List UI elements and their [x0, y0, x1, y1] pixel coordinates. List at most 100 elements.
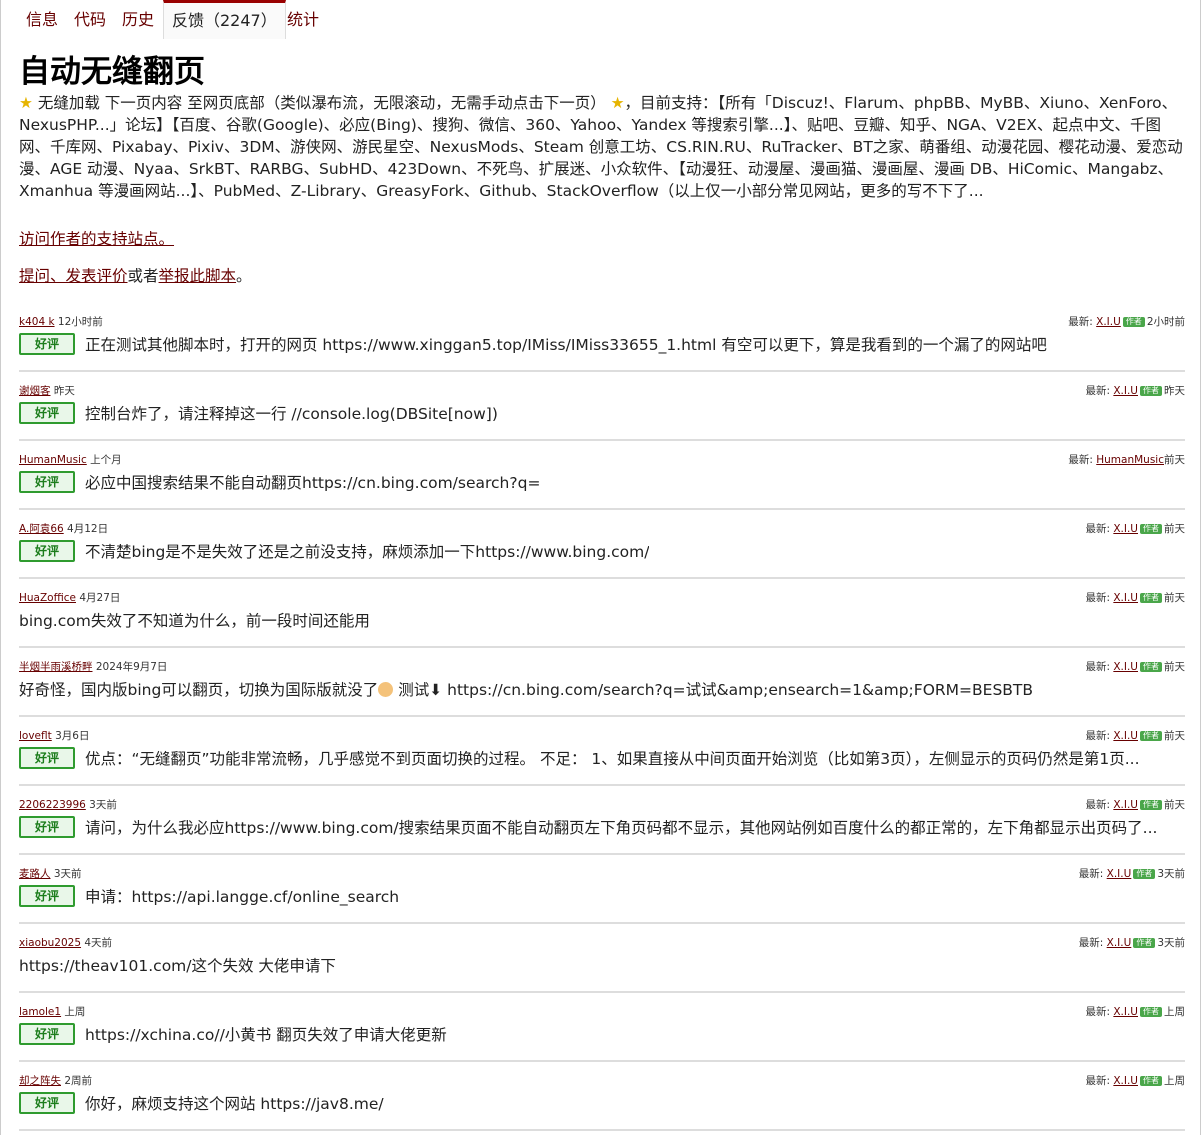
latest-time: 前天	[1164, 730, 1185, 742]
discussion-title-link[interactable]: 优点：“无缝翻页”功能非常流畅，几乎感觉不到页面切换的过程。 不足： 1、如果直…	[85, 747, 1140, 769]
ask-review-link[interactable]: 提问、发表评价	[19, 267, 128, 285]
discussion-item[interactable]: 谢烟客 昨天 最新: X.I.U 作者 昨天 好评 控制台炸了，请注释掉这一行 //c…	[19, 380, 1185, 441]
latest-user-link[interactable]: X.I.U	[1113, 385, 1138, 397]
discussion-title-link[interactable]: https://theav101.com/这个失效 大佬申请下	[19, 954, 336, 976]
discussion-title-link[interactable]: 必应中国搜索结果不能自动翻页https://cn.bing.com/search…	[85, 471, 540, 493]
discussion-item[interactable]: 半烟半雨溪桥畔 2024年9月7日 最新: X.I.U 作者 前天 好奇怪，国内版b…	[19, 656, 1185, 717]
latest-label: 最新:	[1085, 1075, 1110, 1087]
discussion-time: 3天前	[89, 799, 117, 811]
discussion-time: 3天前	[53, 868, 82, 880]
discussion-text: https://theav101.com/这个失效 大佬申请下	[19, 957, 336, 975]
tab-info[interactable]: 信息	[26, 0, 58, 38]
discussion-user-link[interactable]: 谢烟客	[19, 385, 51, 397]
discussion-text: 控制台炸了，请注释掉这一行 //console.log(DBSite[now])	[85, 405, 498, 423]
latest-user-link[interactable]: X.I.U	[1113, 661, 1138, 673]
report-script-link[interactable]: 举报此脚本	[159, 267, 237, 285]
discussion-latest: 最新: X.I.U 作者 2小时前	[1068, 314, 1185, 329]
discussion-user-link[interactable]: xiaobu2025	[19, 937, 81, 949]
discussion-title-link[interactable]: 好奇怪，国内版bing可以翻页，切换为国际版就没了 测试⬇ https://cn…	[19, 678, 1033, 700]
rating-good-badge: 好评	[19, 1092, 75, 1114]
discussion-user-link[interactable]: HuaZoffice	[19, 592, 76, 604]
latest-time: 3天前	[1157, 937, 1185, 949]
discussion-item[interactable]: xiaobu2025 4天前 最新: X.I.U 作者 3天前 https://th…	[19, 932, 1185, 993]
discussion-title-link[interactable]: 正在测试其他脚本时，打开的网页 https://www.xinggan5.top…	[85, 333, 1047, 355]
latest-user-link[interactable]: X.I.U	[1113, 592, 1138, 604]
discussion-text: 优点：“无缝翻页”功能非常流畅，几乎感觉不到页面切换的过程。 不足： 1、如果直…	[85, 750, 1140, 768]
discussion-item[interactable]: HuaZoffice 4月27日 最新: X.I.U 作者 前天 bing.com失…	[19, 587, 1185, 648]
discussion-title-link[interactable]: 请问，为什么我必应https://www.bing.com/搜索结果页面不能自动…	[85, 816, 1157, 838]
latest-user-link[interactable]: X.I.U	[1107, 868, 1132, 880]
latest-user-link[interactable]: X.I.U	[1113, 730, 1138, 742]
discussion-latest: 最新: X.I.U 作者 上周	[1085, 1073, 1185, 1088]
discussion-text: 必应中国搜索结果不能自动翻页https://cn.bing.com/search…	[85, 474, 541, 492]
description-text: 无缝加载 下一页内容 至网页底部（类似瀑布流，无限滚动，无需手动点击下一页）	[37, 94, 606, 112]
discussion-body: 好评 你好，麻烦支持这个网站 https://jav8.me/	[19, 1090, 1185, 1116]
discussion-title-link[interactable]: 你好，麻烦支持这个网站 https://jav8.me/	[85, 1092, 384, 1114]
discussion-body: 好评 必应中国搜索结果不能自动翻页https://cn.bing.com/sear…	[19, 469, 1185, 495]
discussion-title-link[interactable]: 不清楚bing是不是失效了还是之前没支持，麻烦添加一下https://www.b…	[85, 540, 649, 562]
discussion-meta: 麦路人 3天前	[19, 866, 82, 881]
discussion-user-link[interactable]: A.阿袁66	[19, 523, 64, 535]
latest-time: 前天	[1164, 661, 1185, 673]
latest-user-link[interactable]: X.I.U	[1113, 1075, 1138, 1087]
discussion-item[interactable]: 却之阵失 2周前 最新: X.I.U 作者 上周 好评 你好，麻烦支持这个网站 htt…	[19, 1070, 1185, 1131]
period-text: 。	[236, 267, 252, 285]
discussion-meta: 半烟半雨溪桥畔 2024年9月7日	[19, 659, 167, 674]
support-site-link[interactable]: 访问作者的支持站点。	[19, 230, 174, 248]
discussion-time: 上周	[64, 1006, 86, 1018]
discussion-latest: 最新: X.I.U 作者 上周	[1085, 1004, 1185, 1019]
latest-user-link[interactable]: X.I.U	[1113, 523, 1138, 535]
rating-good-badge: 好评	[19, 402, 75, 424]
latest-user-link[interactable]: X.I.U	[1096, 316, 1121, 328]
latest-label: 最新:	[1068, 454, 1093, 466]
discussion-meta: HumanMusic 上个月	[19, 452, 122, 467]
latest-time: 昨天	[1164, 385, 1185, 397]
discussion-title-link[interactable]: bing.com失效了不知道为什么，前一段时间还能用	[19, 609, 370, 631]
discussion-item[interactable]: HumanMusic 上个月 最新: HumanMusic前天 好评 必应中国搜索…	[19, 449, 1185, 510]
discussion-item[interactable]: 麦路人 3天前 最新: X.I.U 作者 3天前 好评 申请：https://api.…	[19, 863, 1185, 924]
latest-time: 前天	[1164, 799, 1185, 811]
discussion-user-link[interactable]: loveflt	[19, 730, 52, 742]
discussion-user-link[interactable]: 却之阵失	[19, 1075, 61, 1087]
discussion-item[interactable]: loveflt 3月6日 最新: X.I.U 作者 前天 好评 优点：“无缝翻页”功能…	[19, 725, 1185, 786]
discussion-title-link[interactable]: https://xchina.co//小黄书 翻页失效了申请大佬更新	[85, 1023, 447, 1045]
latest-label: 最新:	[1085, 799, 1110, 811]
rating-good-badge: 好评	[19, 747, 75, 769]
discussion-body: https://theav101.com/这个失效 大佬申请下	[19, 952, 1185, 978]
discussion-body: 好评 申请：https://api.langge.cf/online_search	[19, 883, 1185, 909]
discussion-user-link[interactable]: HumanMusic	[19, 454, 87, 466]
latest-label: 最新:	[1085, 592, 1110, 604]
latest-user-link[interactable]: X.I.U	[1107, 937, 1132, 949]
latest-user-link[interactable]: HumanMusic	[1096, 454, 1164, 466]
tab-feedback[interactable]: 反馈（2247）	[163, 0, 286, 39]
discussion-time: 4天前	[84, 937, 113, 949]
discussion-user-link[interactable]: 麦路人	[19, 868, 51, 880]
discussion-title-link[interactable]: 控制台炸了，请注释掉这一行 //console.log(DBSite[now])	[85, 402, 498, 424]
discussion-item[interactable]: A.阿袁66 4月12日 最新: X.I.U 作者 前天 好评 不清楚bing是不是失…	[19, 518, 1185, 579]
discussion-body: 好评 https://xchina.co//小黄书 翻页失效了申请大佬更新	[19, 1021, 1185, 1047]
star-icon: ★	[610, 94, 625, 112]
tab-code[interactable]: 代码	[74, 0, 106, 38]
latest-label: 最新:	[1078, 868, 1104, 880]
tab-history[interactable]: 历史	[122, 0, 154, 38]
discussion-item[interactable]: lamole1 上周 最新: X.I.U 作者 上周 好评 https://xchin…	[19, 1001, 1185, 1062]
discussion-user-link[interactable]: 半烟半雨溪桥畔	[19, 661, 93, 673]
support-site: 访问作者的支持站点。	[19, 228, 174, 250]
discussion-user-link[interactable]: k404 k	[19, 316, 55, 328]
page-title: 自动无缝翻页	[19, 54, 205, 90]
discussion-title-link[interactable]: 申请：https://api.langge.cf/online_search	[85, 885, 399, 907]
discussion-time: 12小时前	[57, 316, 103, 328]
discussion-text: 请问，为什么我必应https://www.bing.com/搜索结果页面不能自动…	[85, 819, 1158, 837]
discussion-time: 昨天	[53, 385, 75, 397]
discussion-time: 2周前	[64, 1075, 93, 1087]
discussion-user-link[interactable]: 2206223996	[19, 799, 86, 811]
discussion-latest: 最新: X.I.U 作者 3天前	[1079, 866, 1185, 881]
discussion-user-link[interactable]: lamole1	[19, 1006, 61, 1018]
discussion-meta: HuaZoffice 4月27日	[19, 590, 120, 605]
latest-user-link[interactable]: X.I.U	[1113, 799, 1138, 811]
latest-user-link[interactable]: X.I.U	[1113, 1006, 1138, 1018]
tab-stats[interactable]: 统计	[287, 0, 319, 38]
discussion-item[interactable]: k404 k 12小时前 最新: X.I.U 作者 2小时前 好评 正在测试其他脚本时…	[19, 311, 1185, 372]
author-badge: 作者	[1140, 386, 1162, 396]
discussion-item[interactable]: 2206223996 3天前 最新: X.I.U 作者 前天 好评 请问，为什么我必应…	[19, 794, 1185, 855]
